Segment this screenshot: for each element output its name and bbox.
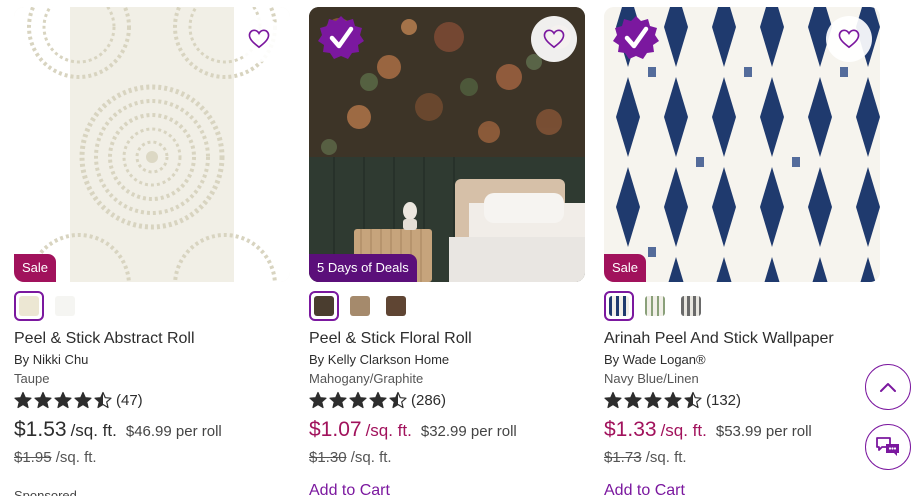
swatch-navy-ikat[interactable] — [604, 291, 634, 321]
swatch-cream-circles[interactable] — [14, 291, 44, 321]
price-unit: /sq. ft. — [70, 421, 117, 440]
swatch-brown-floral[interactable] — [381, 291, 411, 321]
add-to-cart-link[interactable]: Add to Cart — [309, 482, 390, 496]
star-full-icon — [14, 391, 32, 409]
star-half-icon — [684, 391, 702, 409]
add-to-cart-link[interactable]: Add to Cart — [604, 482, 685, 496]
product-brand: By Kelly Clarkson Home — [309, 352, 450, 367]
product-brand: By Nikki Chu — [14, 352, 89, 367]
price: $1.07 — [309, 418, 362, 441]
was-unit: /sq. ft. — [55, 449, 97, 466]
star-full-icon — [664, 391, 682, 409]
product-image[interactable]: Sale — [604, 7, 880, 282]
product-name[interactable]: Arinah Peel And Stick Wallpaper — [604, 330, 880, 348]
price: $1.53 — [14, 418, 67, 441]
favorite-button[interactable] — [236, 16, 282, 62]
color-swatches — [14, 291, 290, 321]
product-card-2[interactable]: 5 Days of Deals Peel & Stick Floral Roll… — [309, 7, 585, 496]
favorite-button[interactable] — [531, 16, 577, 62]
swatch-grey-ikat[interactable] — [676, 291, 706, 321]
star-full-icon — [34, 391, 52, 409]
sale-badge: Sale — [604, 254, 647, 282]
was-price: $1.73 — [604, 449, 642, 466]
price: $1.33 — [604, 418, 657, 441]
star-full-icon — [644, 391, 662, 409]
product-variant: Navy Blue/Linen — [604, 371, 699, 386]
star-full-icon — [369, 391, 387, 409]
favorite-button[interactable] — [826, 16, 872, 62]
review-count: (286) — [411, 391, 447, 409]
price-unit: /sq. ft. — [660, 421, 707, 440]
sale-badge: Sale — [14, 254, 57, 282]
was-price: $1.95 — [14, 449, 52, 466]
per-roll-price: $46.99 per roll — [125, 423, 222, 440]
color-swatches — [604, 291, 880, 321]
price-row: $1.33 /sq. ft. $53.99 per roll — [604, 418, 880, 442]
star-rating — [14, 391, 112, 409]
was-price-row: $1.73 /sq. ft. — [604, 449, 880, 466]
price-row: $1.53 /sq. ft. $46.99 per roll — [14, 418, 290, 442]
rating: (47) — [14, 391, 290, 409]
deal-badge: 5 Days of Deals — [309, 254, 417, 282]
star-full-icon — [74, 391, 92, 409]
product-image[interactable]: Sale — [14, 7, 290, 282]
product-variant: Taupe — [14, 371, 50, 386]
was-unit: /sq. ft. — [350, 449, 392, 466]
star-full-icon — [309, 391, 327, 409]
product-brand: By Wade Logan® — [604, 352, 706, 367]
price-row: $1.07 /sq. ft. $32.99 per roll — [309, 418, 585, 442]
star-full-icon — [54, 391, 72, 409]
rating: (132) — [604, 391, 880, 409]
heart-outline-icon — [248, 29, 270, 49]
product-name[interactable]: Peel & Stick Abstract Roll — [14, 330, 290, 348]
review-count: (132) — [706, 391, 742, 409]
product-image[interactable]: 5 Days of Deals — [309, 7, 585, 282]
chat-button[interactable] — [865, 424, 911, 470]
was-price: $1.30 — [309, 449, 347, 466]
verified-check-badge-icon — [613, 16, 659, 59]
chevron-up-icon — [880, 383, 896, 392]
swatch-green-ikat[interactable] — [640, 291, 670, 321]
per-roll-price: $32.99 per roll — [420, 423, 517, 440]
product-card-1[interactable]: Sale Peel & Stick Abstract Roll By Nikki… — [14, 7, 290, 496]
star-full-icon — [624, 391, 642, 409]
product-variant: Mahogany/Graphite — [309, 371, 424, 386]
swatch-tan-floral[interactable] — [345, 291, 375, 321]
star-half-icon — [94, 391, 112, 409]
swatch-white-pattern[interactable] — [50, 291, 80, 321]
review-count: (47) — [116, 391, 143, 409]
heart-outline-icon — [543, 29, 565, 49]
rating: (286) — [309, 391, 585, 409]
product-name[interactable]: Peel & Stick Floral Roll — [309, 330, 585, 348]
product-card-3[interactable]: Sale Arinah Peel And Stick Wallpaper By … — [604, 7, 880, 496]
star-rating — [309, 391, 407, 409]
swatch-dark-floral[interactable] — [309, 291, 339, 321]
was-price-row: $1.30 /sq. ft. — [309, 449, 585, 466]
star-half-icon — [389, 391, 407, 409]
scroll-to-top-button[interactable] — [865, 364, 911, 410]
chat-bubbles-icon — [876, 437, 899, 456]
color-swatches — [309, 291, 585, 321]
was-price-row: $1.95 /sq. ft. — [14, 449, 290, 466]
was-unit: /sq. ft. — [645, 449, 687, 466]
sponsored-label: Sponsored — [14, 488, 77, 496]
star-rating — [604, 391, 702, 409]
verified-check-badge-icon — [318, 16, 364, 59]
star-full-icon — [349, 391, 367, 409]
star-full-icon — [604, 391, 622, 409]
price-unit: /sq. ft. — [365, 421, 412, 440]
per-roll-price: $53.99 per roll — [715, 423, 812, 440]
heart-outline-icon — [838, 29, 860, 49]
star-full-icon — [329, 391, 347, 409]
